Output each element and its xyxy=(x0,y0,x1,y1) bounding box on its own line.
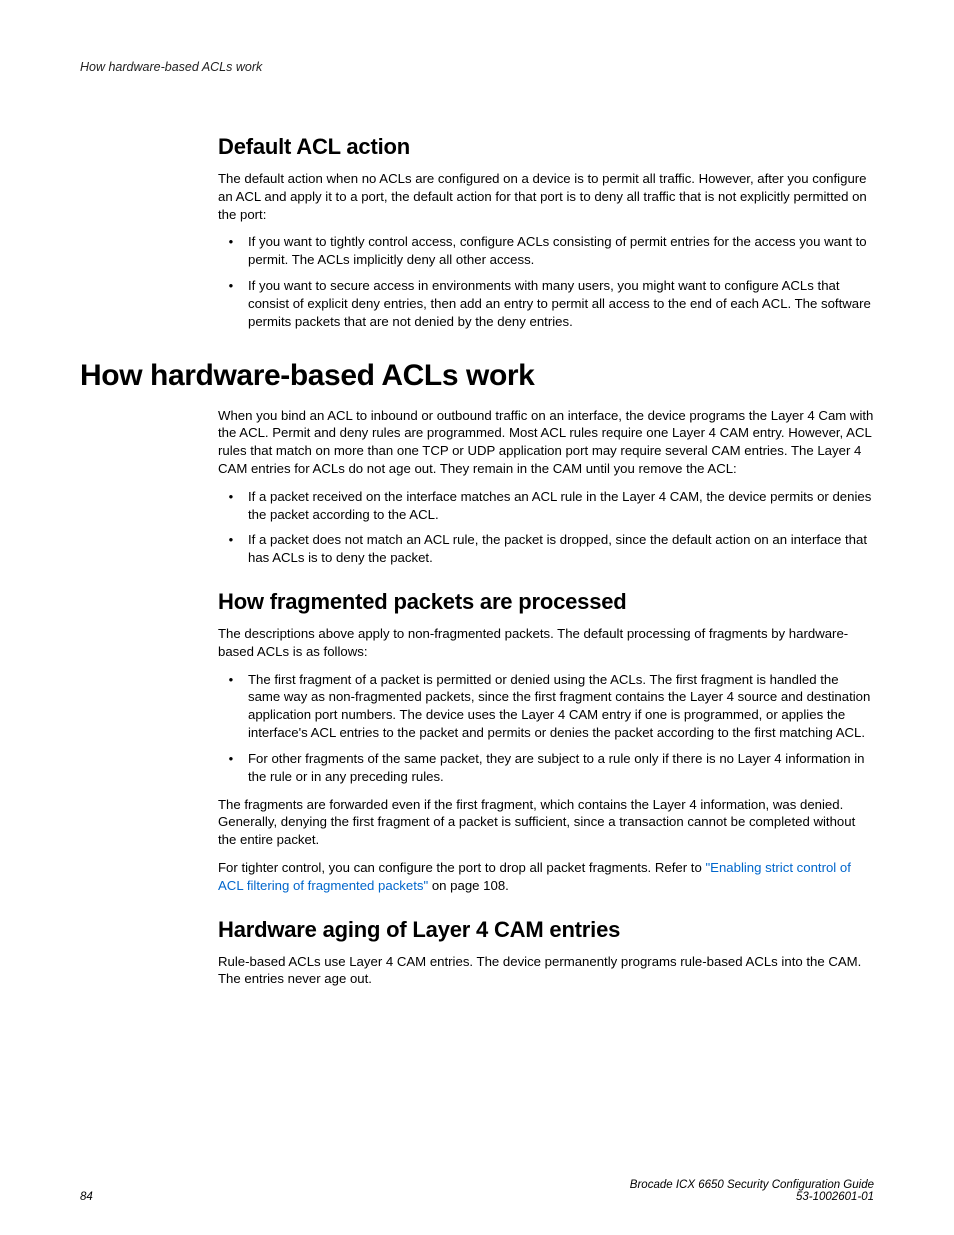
heading-fragmented-packets: How fragmented packets are processed xyxy=(218,589,874,615)
list-item: If a packet does not match an ACL rule, … xyxy=(244,531,874,567)
paragraph: Rule-based ACLs use Layer 4 CAM entries.… xyxy=(218,953,874,989)
list-item: The first fragment of a packet is permit… xyxy=(244,671,874,742)
text-span: on page 108. xyxy=(428,878,509,893)
text-span: For tighter control, you can configure t… xyxy=(218,860,705,875)
paragraph-with-link: For tighter control, you can configure t… xyxy=(218,859,874,895)
content-block-how-acls-work: When you bind an ACL to inbound or outbo… xyxy=(218,407,874,989)
footer-title: Brocade ICX 6650 Security Configuration … xyxy=(630,1179,874,1191)
document-page: How hardware-based ACLs work Default ACL… xyxy=(0,0,954,1235)
paragraph: The descriptions above apply to non-frag… xyxy=(218,625,874,661)
list-item: If you want to secure access in environm… xyxy=(244,277,874,330)
page-number: 84 xyxy=(80,1191,93,1203)
paragraph: When you bind an ACL to inbound or outbo… xyxy=(218,407,874,478)
list-item: If a packet received on the interface ma… xyxy=(244,488,874,524)
heading-default-acl-action: Default ACL action xyxy=(218,134,874,160)
bullet-list: The first fragment of a packet is permit… xyxy=(218,671,874,786)
footer-doc-number: 53-1002601-01 xyxy=(630,1191,874,1203)
page-footer: 84 Brocade ICX 6650 Security Configurati… xyxy=(80,1179,874,1203)
list-item: If you want to tightly control access, c… xyxy=(244,233,874,269)
heading-how-hardware-based-acls-work: How hardware-based ACLs work xyxy=(80,359,874,393)
content-block-default-acl: Default ACL action The default action wh… xyxy=(218,134,874,331)
footer-doc-info: Brocade ICX 6650 Security Configuration … xyxy=(630,1179,874,1203)
bullet-list: If a packet received on the interface ma… xyxy=(218,488,874,567)
list-item: For other fragments of the same packet, … xyxy=(244,750,874,786)
heading-hardware-aging: Hardware aging of Layer 4 CAM entries xyxy=(218,917,874,943)
bullet-list: If you want to tightly control access, c… xyxy=(218,233,874,330)
paragraph: The default action when no ACLs are conf… xyxy=(218,170,874,223)
paragraph: The fragments are forwarded even if the … xyxy=(218,796,874,849)
running-header: How hardware-based ACLs work xyxy=(80,60,874,74)
